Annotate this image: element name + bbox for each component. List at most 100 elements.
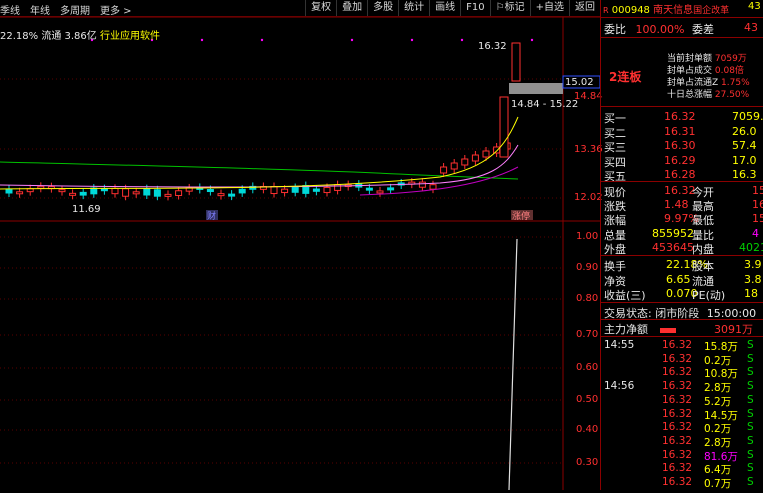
- tick-side: S: [747, 448, 754, 461]
- quote-row: 换手 22.18% 股本 3.9: [604, 258, 762, 273]
- candle: [5, 188, 13, 194]
- candle: [175, 190, 183, 197]
- candle: [471, 154, 479, 162]
- candle: [440, 166, 448, 174]
- back-button[interactable]: 返回: [569, 0, 600, 16]
- bid-label: 买四: [604, 155, 626, 169]
- tick-price: 16.32: [662, 380, 693, 393]
- candle: [228, 193, 236, 197]
- chart-info: 22.18% 流通 3.86亿 行业应用软件: [0, 27, 160, 42]
- candle: [376, 190, 384, 194]
- quote-value: 16.32: [664, 184, 696, 197]
- quote-row: 涨跌 1.48 最高 16: [604, 198, 763, 213]
- stock-header-cut: 43: [748, 1, 761, 12]
- bid-row[interactable]: 买二 16.31 26.0: [604, 125, 757, 140]
- tag-icon: ⚐: [495, 2, 505, 13]
- main-flow-bar: [659, 327, 676, 333]
- quote-value-2: 16: [752, 198, 763, 212]
- tick-side: S: [747, 407, 754, 420]
- quote-row: 收益(三) 0.070 PE(动) 18: [604, 287, 758, 302]
- candle: [217, 193, 225, 197]
- trade-status-row: 交易状态: 闭市阶段 15:00:00: [604, 305, 756, 320]
- candle: [37, 185, 45, 189]
- ind-axis-3: 0.70: [576, 329, 599, 340]
- overlay-button[interactable]: 叠加: [336, 0, 367, 16]
- tab-year[interactable]: 年线: [30, 2, 50, 17]
- tick-side: S: [747, 380, 754, 393]
- limitup-marker[interactable]: 涨停: [512, 209, 530, 222]
- bid-row[interactable]: 买一 16.32 7059.2: [604, 110, 763, 125]
- quote-label: 外盘: [604, 242, 626, 256]
- float-cap-text: 流通 3.86亿: [41, 31, 97, 42]
- candle: [100, 188, 108, 192]
- bid-volume: 16.3: [732, 168, 757, 181]
- quote-label: 净资: [604, 274, 626, 288]
- multi-stock-button[interactable]: 多股: [367, 0, 398, 16]
- bid-price: 16.32: [664, 110, 696, 123]
- candle: [418, 181, 426, 188]
- quote-label: 涨幅: [604, 214, 626, 228]
- tick-volume: 0.7万: [704, 478, 732, 490]
- ind-axis-4: 0.60: [576, 362, 599, 373]
- quote-row: 涨幅 9.97% 最低 15: [604, 212, 763, 228]
- quote-value: 453645: [652, 240, 694, 254]
- bid-label: 买二: [604, 126, 626, 140]
- tick-row[interactable]: 14:55 16.32 15.8万 S: [604, 339, 754, 353]
- bid-row[interactable]: 买三 16.30 57.4: [604, 139, 757, 154]
- candle: [143, 188, 151, 196]
- board-info: 当前封单额 7059万 封单占成交 0.08倍 封单占流通Z 1.75% 十日总…: [667, 53, 750, 101]
- bid-price: 16.29: [664, 153, 696, 167]
- quote-value-2: 3.8: [744, 272, 762, 286]
- quote-row: 现价 16.32 今开 15: [604, 184, 763, 199]
- candle: [111, 187, 119, 195]
- tick-side: S: [747, 393, 754, 406]
- tick-price: 16.32: [662, 476, 693, 488]
- kline-chart-area[interactable]: 22.18% 流通 3.86亿 行业应用软件 16.32 14.84 - 15.…: [0, 16, 603, 491]
- tick-side: S: [747, 476, 754, 488]
- candle: [153, 189, 161, 197]
- bid-volume: 57.4: [732, 139, 757, 152]
- bid-price: 16.30: [664, 139, 696, 152]
- quote-row: 外盘453645内盘4021: [604, 241, 763, 256]
- candle: [387, 187, 395, 191]
- f10-button[interactable]: F10: [460, 0, 489, 16]
- main-flow-row[interactable]: 主力净额 3091万: [604, 321, 753, 336]
- candle: [58, 189, 66, 193]
- stock-tag: 国企改革: [693, 6, 730, 16]
- axis-price-2: 13.36: [574, 144, 603, 155]
- finance-marker[interactable]: 财: [207, 209, 216, 222]
- tab-more[interactable]: 更多 >: [100, 2, 132, 17]
- restore-rights-button[interactable]: 复权: [305, 0, 336, 16]
- tick-price: 16.32: [662, 462, 693, 475]
- tick-price: 16.32: [662, 448, 693, 461]
- bid-volume: 17.0: [732, 153, 757, 167]
- draw-line-button[interactable]: 画线: [429, 0, 460, 16]
- candle: [69, 192, 77, 196]
- stock-name[interactable]: 南天信息: [653, 5, 693, 16]
- tab-season[interactable]: 季线: [0, 2, 20, 17]
- stock-header: R 000948 南天信息国企改革 43: [603, 1, 761, 16]
- tick-row[interactable]: 14:56 16.32 2.8万 S: [604, 380, 754, 394]
- quote-value-2: 15: [752, 184, 763, 197]
- ind-axis-2: 0.80: [576, 293, 599, 304]
- candle: [122, 188, 130, 197]
- quote-row: 总量 855952 量比 4: [604, 227, 759, 242]
- mark-button[interactable]: ⚐标记: [489, 0, 530, 16]
- tab-multi-period[interactable]: 多周期: [60, 2, 90, 17]
- candle: [323, 187, 331, 194]
- tick-price: 16.32: [662, 352, 693, 365]
- stock-code: 000948: [611, 5, 650, 16]
- candle: [270, 186, 278, 195]
- bid-price: 16.31: [664, 124, 696, 138]
- r-badge: R: [603, 6, 609, 15]
- bid-row[interactable]: 买四 16.29 17.0: [604, 154, 757, 169]
- statistics-button[interactable]: 统计: [398, 0, 429, 16]
- kline-svg[interactable]: [0, 16, 601, 491]
- board-line-4: 十日总涨幅 27.50%: [667, 90, 750, 100]
- weibi-row: 委比 100.00% 委差 43: [604, 21, 758, 36]
- board-line-1: 当前封单额 7059万: [667, 54, 747, 64]
- add-watchlist-button[interactable]: +自选: [529, 0, 569, 16]
- weibi-value: 100.00%: [635, 23, 685, 36]
- bid-row[interactable]: 买五 16.28 16.3: [604, 168, 757, 183]
- toolbar-buttons: 复权 叠加 多股 统计 画线 F10 ⚐标记 +自选 返回: [305, 0, 600, 16]
